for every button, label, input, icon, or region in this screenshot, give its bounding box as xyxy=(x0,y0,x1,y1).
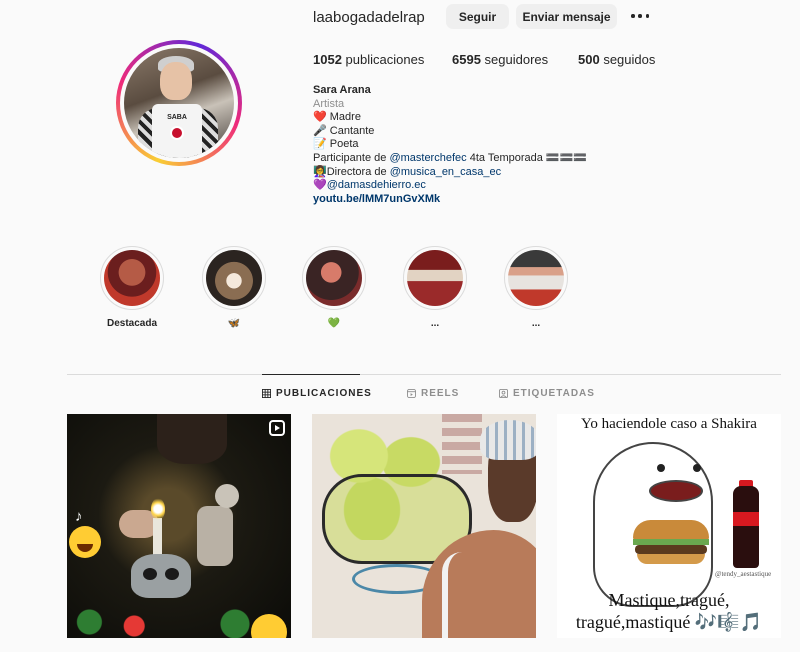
tagged-user-icon xyxy=(499,389,508,398)
highlight-cover xyxy=(306,250,362,306)
highlight-cover xyxy=(104,250,160,306)
follow-button[interactable]: Seguir xyxy=(446,4,509,29)
purple-heart-emoji-icon: 💜 xyxy=(313,179,327,192)
butterfly-emoji-icon: 🦋 xyxy=(227,318,241,329)
reel-icon xyxy=(269,420,285,436)
reels-icon xyxy=(407,389,416,398)
following-count[interactable]: 500 seguidos xyxy=(578,52,655,67)
microphone-emoji-icon: 🎤 xyxy=(313,124,327,137)
bio-line: 📝 Poeta xyxy=(313,138,359,151)
send-message-button[interactable]: Enviar mensaje xyxy=(516,4,617,29)
category-label: Artista xyxy=(313,97,345,110)
highlight-item[interactable]: ... xyxy=(504,246,568,329)
memo-emoji-icon: 📝 xyxy=(313,138,327,151)
highlight-item[interactable]: 🦋 xyxy=(202,246,266,329)
active-tab-indicator xyxy=(262,374,360,375)
highlight-item[interactable]: ... xyxy=(403,246,467,329)
posts-count: 1052 publicaciones xyxy=(313,52,425,67)
full-name: Sara Arana xyxy=(313,84,371,96)
tabs-divider xyxy=(67,374,781,375)
post-thumbnail[interactable]: Yo haciendole caso a Shakira @tendy_aest… xyxy=(557,414,781,638)
profile-username: laabogadadelrap xyxy=(313,9,425,26)
profile-bio: Sara Arana Artista ❤️ Madre 🎤 Cantante 📝… xyxy=(313,84,653,206)
highlight-cover xyxy=(508,250,564,306)
mention-damasdehierro[interactable]: @damasdehierro.ec xyxy=(327,179,426,191)
mention-masterchefec[interactable]: @masterchefec xyxy=(389,152,466,164)
post-thumbnail[interactable] xyxy=(312,414,536,638)
mention-musica-en-casa[interactable]: @musica_en_casa_ec xyxy=(390,166,501,178)
teacher-emoji-icon: 👩‍🏫 xyxy=(313,165,327,178)
avatar-photo: SABA xyxy=(124,48,234,158)
bio-line: Participante de @masterchefec 4ta Tempor… xyxy=(313,151,588,164)
highlight-cover xyxy=(206,250,262,306)
bio-line: ❤️ Madre xyxy=(313,111,361,124)
highlight-cover xyxy=(407,250,463,306)
burger-image xyxy=(633,520,709,564)
soda-bottle-image xyxy=(733,486,759,568)
tiktok-icon: ♪ xyxy=(75,508,83,525)
bio-website-link[interactable]: youtu.be/lMM7unGvXMk xyxy=(313,193,653,207)
bio-line: 🎤 Cantante xyxy=(313,124,375,137)
followers-count[interactable]: 6595 seguidores xyxy=(452,52,548,67)
tab-tagged[interactable]: ETIQUETADAS xyxy=(499,388,595,399)
laughing-emoji-icon xyxy=(69,526,101,558)
bio-line: 💜@damasdehierro.ec xyxy=(313,179,653,193)
tab-reels[interactable]: REELS xyxy=(407,388,459,399)
more-options-icon[interactable] xyxy=(628,8,652,24)
tab-posts[interactable]: PUBLICACIONES xyxy=(262,388,372,399)
highlight-item[interactable]: Destacada xyxy=(100,246,164,329)
highlight-item[interactable]: 💚 xyxy=(302,246,366,329)
heart-emoji-icon: ❤️ xyxy=(313,111,327,124)
bio-line: 👩‍🏫Directora de @musica_en_casa_ec xyxy=(313,165,502,178)
post-caption-top: Yo haciendole caso a Shakira xyxy=(581,416,757,432)
post-thumbnail[interactable]: ♪ xyxy=(67,414,291,638)
profile-avatar[interactable]: SABA xyxy=(116,40,242,166)
grid-icon xyxy=(262,389,271,398)
green-heart-emoji-icon: 💚 xyxy=(327,318,341,329)
